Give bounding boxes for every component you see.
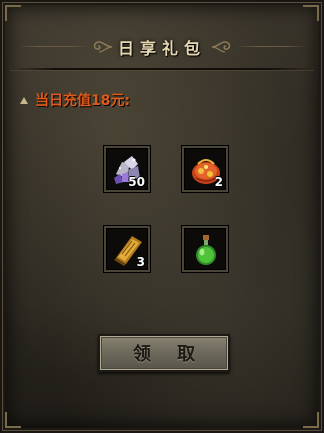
corner-ornament: [303, 5, 319, 21]
reward-slot-gold-book[interactable]: 3: [104, 226, 150, 272]
scroll-ornament-icon: [211, 41, 231, 53]
reward-slot-green-potion[interactable]: [182, 226, 228, 272]
corner-ornament: [5, 5, 21, 21]
corner-ornament: [5, 412, 21, 428]
scroll-ornament-icon: [93, 41, 113, 53]
recharge-condition: 当日充值18元:: [20, 90, 130, 110]
daily-gift-dialog: 日享礼包 当日充值18元: 50 2 3 领 取: [0, 0, 324, 433]
condition-label: 当日充值18元:: [35, 93, 131, 109]
title-divider-line: [18, 46, 88, 47]
corner-ornament: [303, 412, 319, 428]
reward-count: 50: [128, 175, 145, 189]
claim-button-label: 领 取: [132, 344, 206, 365]
title-bar: 日享礼包: [8, 30, 316, 64]
claim-button[interactable]: 领 取: [98, 334, 230, 372]
green-potion-icon: [196, 235, 216, 265]
bullet-icon: [20, 96, 28, 104]
dialog-title: 日享礼包: [117, 39, 206, 58]
header-divider: [10, 68, 314, 70]
title-divider-line: [236, 46, 306, 47]
reward-count: 2: [214, 175, 223, 189]
reward-slot-crystal-ore[interactable]: 50: [104, 146, 150, 192]
reward-count: 3: [136, 255, 145, 269]
reward-slot-treasure-pouch[interactable]: 2: [182, 146, 228, 192]
